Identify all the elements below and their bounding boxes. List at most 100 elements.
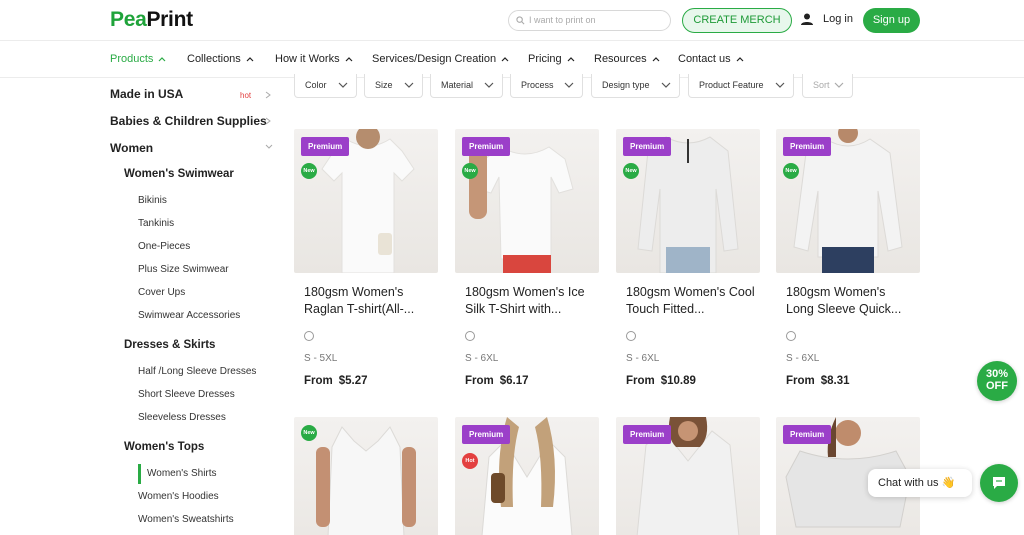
sidebar-sleeveless-dresses[interactable]: Sleeveless Dresses — [138, 412, 226, 423]
product-card[interactable]: Premium Hot — [455, 417, 599, 535]
product-price: From $6.17 — [465, 375, 529, 387]
sidebar-one-pieces[interactable]: One-Pieces — [138, 241, 190, 252]
create-merch-button[interactable]: CREATE MERCH — [682, 8, 792, 33]
chat-bubble-icon — [993, 477, 1005, 489]
color-swatch[interactable] — [465, 331, 475, 341]
sidebar-cover-ups[interactable]: Cover Ups — [138, 287, 185, 298]
product-card[interactable]: Premium New 180gsm Women's Raglan T-shir… — [294, 129, 438, 394]
product-title[interactable]: 180gsm Women's Raglan T-shirt(All-... — [304, 284, 434, 318]
hot-badge: Hot — [462, 453, 478, 469]
new-badge: New — [301, 425, 317, 441]
premium-badge: Premium — [783, 425, 832, 444]
sidebar-womens-tops[interactable]: Women's Tops — [124, 441, 204, 453]
user-icon[interactable] — [800, 12, 814, 26]
product-price: From $5.27 — [304, 375, 368, 387]
chevron-down-icon — [564, 82, 574, 88]
chevron-down-icon — [265, 144, 273, 149]
product-card[interactable]: Premium New 180gsm Women's Cool Touch Fi… — [616, 129, 760, 394]
sort-dropdown[interactable]: Sort — [802, 74, 853, 98]
product-price: From $8.31 — [786, 375, 850, 387]
product-card[interactable]: Premium New 180gsm Women's Long Sleeve Q… — [776, 129, 920, 394]
search-input[interactable]: I want to print on — [508, 10, 671, 31]
sidebar-womens-swimwear[interactable]: Women's Swimwear — [124, 168, 234, 180]
filter-product-feature[interactable]: Product Feature — [688, 74, 794, 98]
product-title[interactable]: 180gsm Women's Ice Silk T-Shirt with... — [465, 284, 595, 318]
sidebar-swimwear-accessories[interactable]: Swimwear Accessories — [138, 310, 240, 321]
chevron-up-icon — [567, 57, 575, 62]
product-card[interactable]: Premium New 180gsm Women's Ice Silk T-Sh… — [455, 129, 599, 394]
chevron-down-icon — [775, 82, 785, 88]
premium-badge: Premium — [462, 137, 511, 156]
sidebar-plus-size-swimwear[interactable]: Plus Size Swimwear — [138, 264, 229, 275]
sidebar-half-long-sleeve-dresses[interactable]: Half /Long Sleeve Dresses — [138, 366, 256, 377]
chevron-up-icon — [652, 57, 660, 62]
nav-resources[interactable]: Resources — [594, 53, 660, 65]
main-nav: Products Collections How it Works Servic… — [0, 41, 1024, 78]
product-title[interactable]: 180gsm Women's Cool Touch Fitted... — [626, 284, 756, 318]
sidebar-dresses-skirts[interactable]: Dresses & Skirts — [124, 339, 215, 351]
product-card[interactable]: Premium — [616, 417, 760, 535]
premium-badge: Premium — [623, 425, 672, 444]
sidebar-womens-shirts[interactable]: Women's Shirts — [147, 468, 217, 479]
filter-color[interactable]: Color — [294, 74, 357, 98]
nav-services[interactable]: Services/Design Creation — [372, 53, 509, 65]
product-title[interactable]: 180gsm Women's Long Sleeve Quick... — [786, 284, 916, 318]
sidebar-womens-sweatshirts[interactable]: Women's Sweatshirts — [138, 514, 234, 525]
nav-contact[interactable]: Contact us — [678, 53, 744, 65]
new-badge: New — [623, 163, 639, 179]
top-header: PeaPrint I want to print on CREATE MERCH… — [0, 0, 1024, 41]
product-card[interactable]: New — [294, 417, 438, 535]
chevron-down-icon — [404, 82, 414, 88]
nav-pricing[interactable]: Pricing — [528, 53, 575, 65]
color-swatch[interactable] — [626, 331, 636, 341]
color-swatch[interactable] — [304, 331, 314, 341]
new-badge: New — [301, 163, 317, 179]
sidebar-tankinis[interactable]: Tankinis — [138, 218, 174, 229]
product-size-range: S - 6XL — [465, 353, 499, 364]
active-indicator — [138, 464, 141, 484]
sidebar-womens-hoodies[interactable]: Women's Hoodies — [138, 491, 219, 502]
chevron-up-icon — [158, 57, 166, 62]
filter-material[interactable]: Material — [430, 74, 503, 98]
chevron-down-icon — [834, 82, 844, 88]
new-badge: New — [783, 163, 799, 179]
premium-badge: Premium — [462, 425, 511, 444]
new-badge: New — [462, 163, 478, 179]
product-price: From $10.89 — [626, 375, 696, 387]
peaprint-logo[interactable]: PeaPrint — [110, 8, 193, 32]
chevron-up-icon — [736, 57, 744, 62]
nav-collections[interactable]: Collections — [187, 53, 254, 65]
sidebar-made-in-usa[interactable]: Made in USA — [110, 87, 183, 101]
sidebar-women[interactable]: Women — [110, 141, 153, 155]
product-size-range: S - 6XL — [626, 353, 660, 364]
chevron-down-icon — [338, 82, 348, 88]
chevron-up-icon — [246, 57, 254, 62]
search-icon — [516, 16, 525, 25]
product-size-range: S - 5XL — [304, 353, 338, 364]
filter-process[interactable]: Process — [510, 74, 583, 98]
premium-badge: Premium — [783, 137, 832, 156]
color-swatch[interactable] — [786, 331, 796, 341]
chevron-down-icon — [661, 82, 671, 88]
chat-button[interactable] — [980, 464, 1018, 502]
premium-badge: Premium — [301, 137, 350, 156]
premium-badge: Premium — [623, 137, 672, 156]
chevron-up-icon — [345, 57, 353, 62]
chevron-up-icon — [501, 57, 509, 62]
nav-products[interactable]: Products — [110, 53, 166, 65]
sidebar-short-sleeve-dresses[interactable]: Short Sleeve Dresses — [138, 389, 235, 400]
filter-size[interactable]: Size — [364, 74, 423, 98]
product-size-range: S - 6XL — [786, 353, 820, 364]
sidebar-babies[interactable]: Babies & Children Supplies — [110, 114, 267, 128]
hot-tag: hot — [240, 91, 252, 100]
discount-badge[interactable]: 30% OFF — [977, 361, 1017, 401]
chevron-right-icon — [265, 117, 271, 125]
sidebar-bikinis[interactable]: Bikinis — [138, 195, 167, 206]
nav-how-it-works[interactable]: How it Works — [275, 53, 353, 65]
filter-design-type[interactable]: Design type — [591, 74, 680, 98]
chevron-right-icon — [265, 91, 271, 99]
login-link[interactable]: Log in — [823, 13, 853, 25]
chevron-down-icon — [484, 82, 494, 88]
signup-button[interactable]: Sign up — [863, 8, 920, 33]
chat-with-us-label[interactable]: Chat with us 👋 — [868, 469, 972, 497]
